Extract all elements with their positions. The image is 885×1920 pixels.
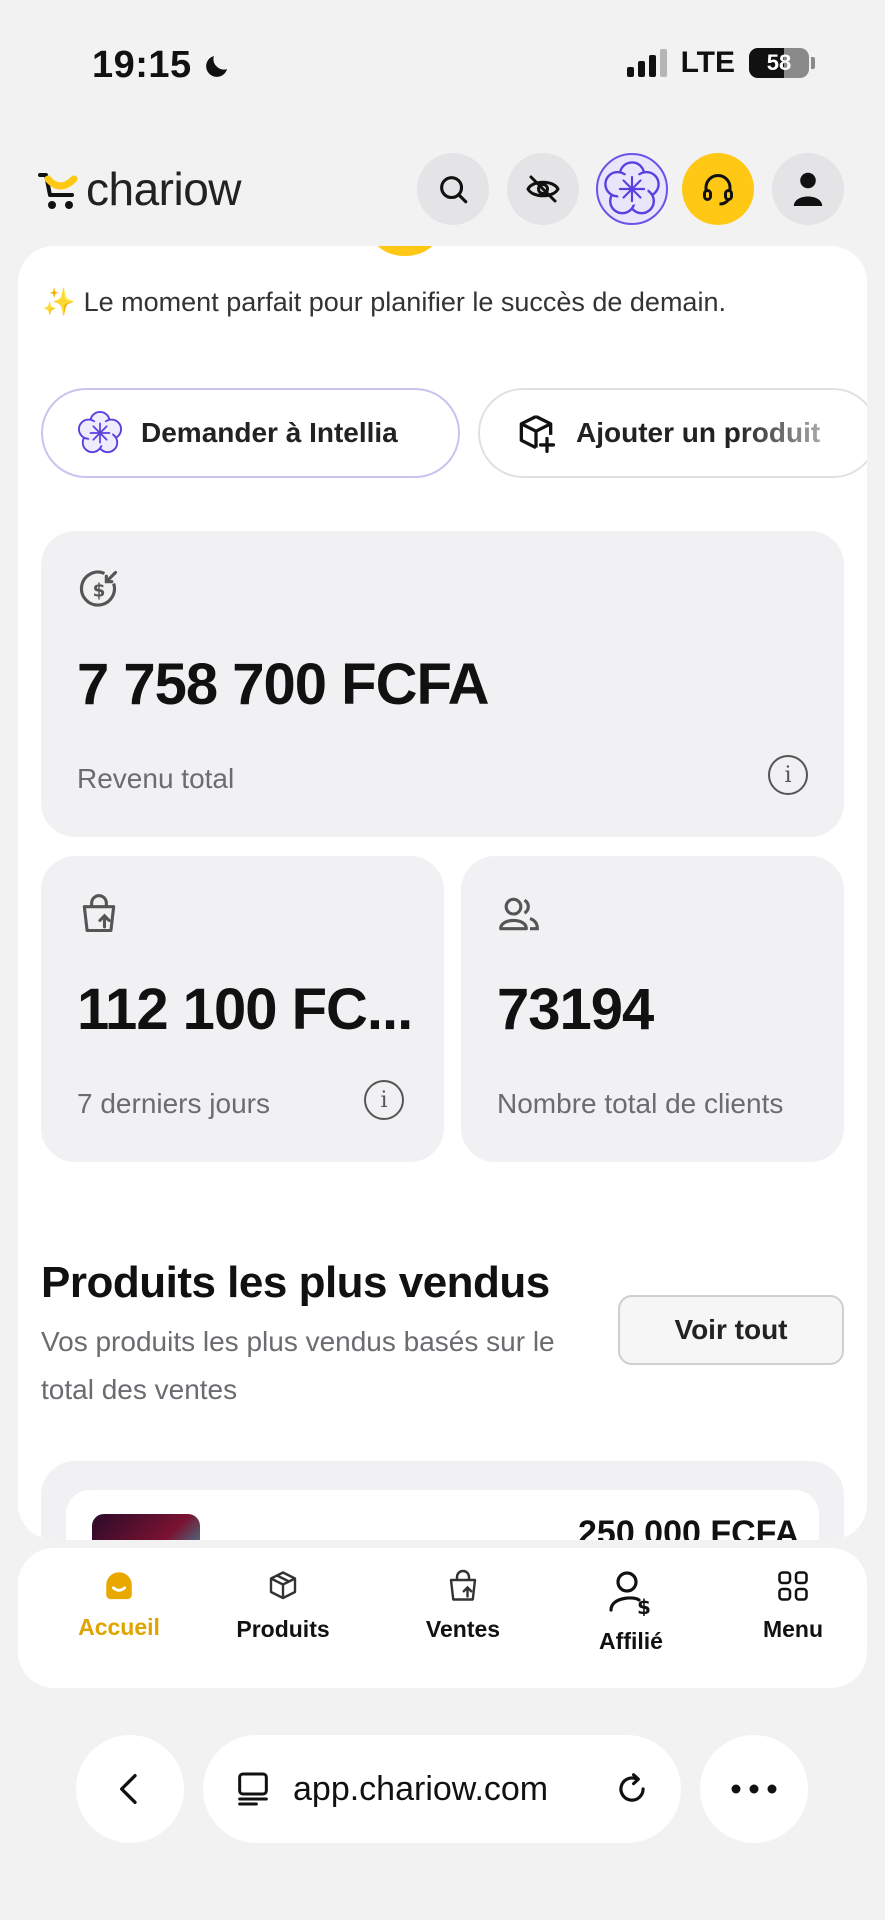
cart-logo-icon [38,173,78,209]
reload-icon[interactable] [613,1770,651,1808]
see-all-button[interactable]: Voir tout [618,1295,844,1365]
top-products-subtitle: Vos produits les plus vendus basés sur l… [41,1326,555,1405]
box-icon [269,1571,297,1600]
top-products-title: Produits les plus vendus [41,1258,550,1307]
last-7-days-value: 112 100 FC... [77,977,413,1042]
search-icon [440,176,468,204]
info-icon[interactable]: i [364,1080,404,1120]
intellia-button[interactable] [596,153,668,225]
grid-icon [778,1571,808,1601]
nav-menu[interactable]: Menu [718,1568,868,1643]
headset-icon [703,174,733,206]
address-bar[interactable]: app.chariow.com [203,1735,681,1843]
mascot-peek [372,246,438,256]
svg-text:$: $ [637,1595,651,1616]
total-clients-label: Nombre total de clients [497,1088,784,1119]
user-icon [793,172,823,206]
hide-amounts-button[interactable] [507,153,579,225]
signal-icon [626,49,667,77]
bag-icon [449,1569,477,1601]
search-button[interactable] [417,153,489,225]
browser-more-button[interactable] [700,1735,808,1843]
moon-icon [205,55,227,77]
info-icon[interactable]: i [768,755,808,795]
revenue-icon: $ [77,567,121,616]
browser-back-button[interactable] [76,1735,184,1843]
product-price: 250 000 FCFA [578,1514,800,1540]
eye-off-icon [526,175,560,203]
home-icon [106,1572,132,1600]
last-7-days-label: 7 derniers jours [77,1088,270,1119]
battery-icon: 58 [749,48,809,78]
nav-produits[interactable]: Produits [208,1568,358,1643]
total-revenue-value: 7 758 700 FCFA [77,652,490,717]
nav-ventes[interactable]: Ventes [388,1568,538,1643]
total-clients-value: 73194 [497,977,654,1042]
bottom-nav: Accueil Produits Ventes $ Affilié Menu [18,1548,867,1688]
greeting-tip: ✨ Le moment parfait pour planifier le su… [42,286,726,318]
dashboard-panel: ✨ Le moment parfait pour planifier le su… [18,246,867,1540]
more-horizontal-icon [731,1784,777,1794]
chariow-logo[interactable]: chariow [38,162,242,216]
nav-accueil[interactable]: Accueil [44,1568,194,1641]
url-text: app.chariow.com [293,1769,549,1808]
total-revenue-card[interactable]: $ 7 758 700 FCFA Revenu total i [41,531,844,837]
nav-affilie[interactable]: $ Affilié [556,1568,706,1655]
logo-text: chariow [86,163,242,215]
affiliate-icon: $ [609,1571,651,1616]
intellia-icon [77,410,123,454]
chevron-left-icon [120,1774,137,1804]
profile-button[interactable] [772,153,844,225]
status-indicators: LTE 58 [626,46,815,80]
svg-text:$: $ [93,580,106,601]
sparkles-icon: ✨ [42,287,76,317]
users-icon [497,892,541,941]
box-plus-icon [519,415,556,453]
status-time: 19:15 [92,44,232,87]
bag-upload-icon [77,892,121,941]
add-product-button[interactable]: Ajouter un produit [478,388,867,478]
total-clients-card[interactable]: 73194 Nombre total de clients [461,856,844,1162]
last-7-days-card[interactable]: 112 100 FC... 7 derniers jours i [41,856,444,1162]
total-revenue-label: Revenu total [77,763,235,794]
support-button[interactable] [682,153,754,225]
network-label: LTE [680,46,735,79]
product-thumbnail [92,1514,200,1540]
tab-reader-icon [238,1772,268,1806]
intellia-icon [604,161,660,215]
ask-intellia-button[interactable]: Demander à Intellia [41,388,460,478]
